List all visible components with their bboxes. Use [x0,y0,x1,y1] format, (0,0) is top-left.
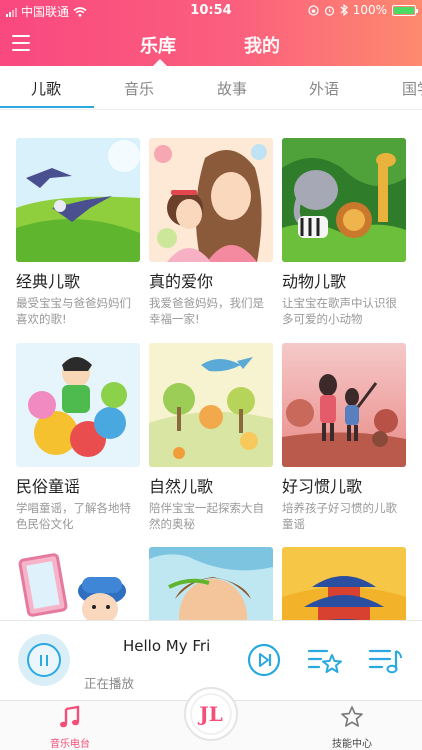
album-cover [282,138,406,262]
tab-label: 技能中心 [332,739,372,750]
album-cover [149,343,273,467]
album-card[interactable]: 好习惯儿歌 培养孩子好习惯的儿歌童谣 [282,343,406,532]
rotation-lock-icon [308,4,319,16]
album-cover [149,138,273,262]
bluetooth-icon [340,4,348,16]
album-card[interactable] [149,547,273,620]
album-card[interactable]: 动物儿歌 让宝宝在歌声中认识很多可爱的小动物 [282,138,406,327]
album-cover [16,343,140,467]
album-cover [16,138,140,262]
top-nav: 乐库 我的 [0,22,422,66]
album-card[interactable]: 经典儿歌 最受宝宝与爸爸妈妈们喜欢的歌! [16,138,140,327]
album-cover [16,547,140,620]
album-title: 真的爱你 [149,272,214,291]
menu-icon[interactable] [12,35,30,51]
playback-status: 正在播放 [84,676,135,691]
header: 中国联通 10:54 100% 乐库 我的 [0,0,422,66]
album-description: 陪伴宝宝一起探索大自然的奥秘 [149,501,264,531]
pause-button[interactable] [18,634,70,686]
category-tabs: 儿歌 音乐 故事 外语 国学 [0,66,422,110]
bottom-tab-bar: 音乐电台 JL 技能中心 [0,687,422,750]
album-description: 最受宝宝与爸爸妈妈们喜欢的歌! [16,296,131,326]
album-title: 经典儿歌 [16,272,81,291]
album-description: 学唱童谣，了解各地特色民俗文化 [16,501,131,531]
tab-library[interactable]: 乐库 [140,32,176,58]
category-tab-children-songs[interactable]: 儿歌 [31,78,61,99]
album-title: 好习惯儿歌 [282,477,363,496]
battery-percent: 100% [352,3,387,17]
logo-jl-icon: JL [190,693,232,735]
album-description: 让宝宝在歌声中认识很多可爱的小动物 [282,296,397,326]
category-tab-music[interactable]: 音乐 [124,78,154,99]
category-tab-foreign-language[interactable]: 外语 [309,78,339,99]
category-active-underline [0,106,94,108]
album-card[interactable] [282,547,406,620]
app-root: 中国联通 10:54 100% 乐库 我的 儿歌 音乐 故事 外语 国 经典儿歌… [0,0,422,750]
status-right: 100% [308,3,418,17]
tab-mine[interactable]: 我的 [244,32,280,58]
category-tab-stories[interactable]: 故事 [217,78,247,99]
album-cover [149,547,273,620]
album-card[interactable]: 自然儿歌 陪伴宝宝一起探索大自然的奥秘 [149,343,273,532]
center-logo-button[interactable]: JL [184,687,238,741]
pause-icon [27,643,61,677]
playlist-icon[interactable] [368,643,404,677]
album-card[interactable] [16,547,140,620]
favorite-list-icon[interactable] [307,643,343,677]
album-description: 培养孩子好习惯的儿歌童谣 [282,501,397,531]
status-bar: 中国联通 10:54 100% [0,0,422,22]
tab-music-radio[interactable]: 音乐电台 [30,705,110,750]
alarm-icon [324,5,334,16]
album-description: 我爱爸爸妈妈，我们是幸福一家! [149,296,264,326]
album-card[interactable]: 真的爱你 我爱爸爸妈妈，我们是幸福一家! [149,138,273,327]
album-title: 动物儿歌 [282,272,347,291]
album-title: 民俗童谣 [16,477,81,496]
album-cover [282,547,406,620]
song-title: Hello My Fri [123,637,211,655]
album-title: 自然儿歌 [149,477,214,496]
next-track-icon[interactable] [247,643,281,677]
battery-icon [392,4,418,16]
music-note-icon [60,705,80,728]
category-tab-chinese-classics[interactable]: 国学 [402,78,422,99]
active-tab-indicator [153,59,167,66]
album-card[interactable]: 民俗童谣 学唱童谣，了解各地特色民俗文化 [16,343,140,532]
tab-label: 音乐电台 [50,739,90,750]
star-icon [341,706,363,727]
tab-skill-center[interactable]: 技能中心 [312,705,392,750]
album-grid: 经典儿歌 最受宝宝与爸爸妈妈们喜欢的歌! 真的爱你 我爱爸爸妈妈，我们是幸福一家… [0,110,422,620]
album-cover [282,343,406,467]
